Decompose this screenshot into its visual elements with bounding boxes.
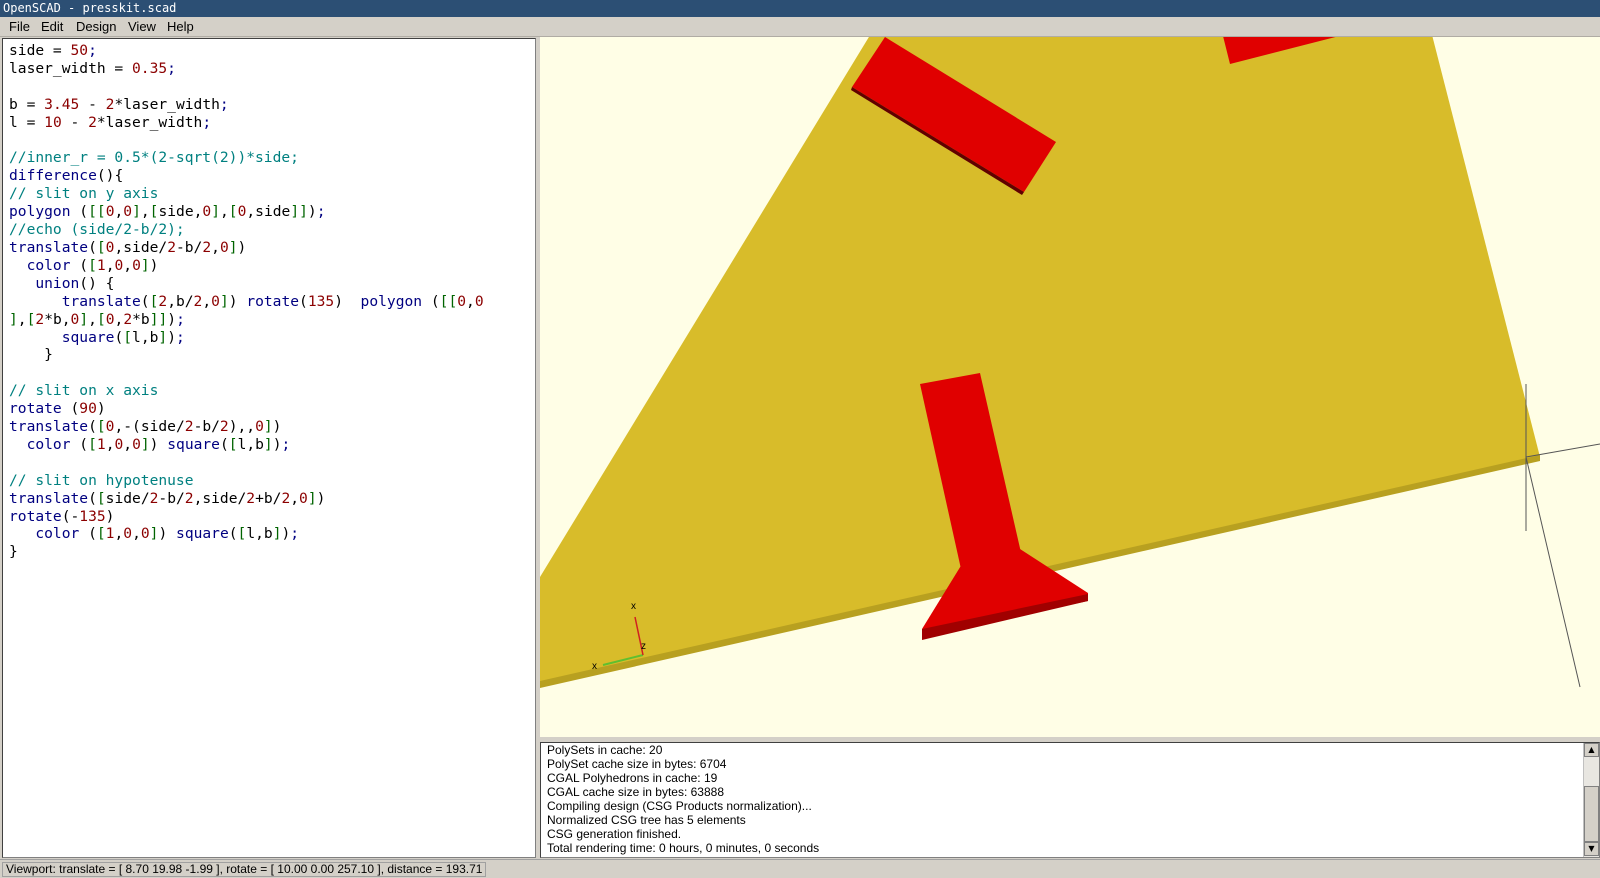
- console-line: CGAL cache size in bytes: 63888: [547, 785, 724, 799]
- console-line: Normalized CSG tree has 5 elements: [547, 813, 746, 827]
- console-scrollbar[interactable]: ▲ ▼: [1583, 743, 1599, 857]
- code-line[interactable]: }: [9, 543, 535, 561]
- console-line: Compiling design (CSG Products normaliza…: [547, 799, 812, 813]
- code-line[interactable]: // slit on hypotenuse: [9, 472, 535, 490]
- menu-view[interactable]: View: [128, 17, 156, 37]
- menu-file[interactable]: File: [9, 17, 30, 37]
- code-line[interactable]: polygon ([[0,0],[side,0],[0,side]]);: [9, 203, 535, 221]
- console-line: CGAL Polyhedrons in cache: 19: [547, 771, 718, 785]
- scroll-thumb[interactable]: [1584, 786, 1599, 842]
- scroll-down-icon[interactable]: ▼: [1584, 842, 1599, 856]
- code-line[interactable]: laser_width = 0.35;: [9, 60, 535, 78]
- menu-help[interactable]: Help: [167, 17, 194, 37]
- code-line[interactable]: color ([1,0,0]): [9, 257, 535, 275]
- code-line[interactable]: translate([0,side/2-b/2,0]): [9, 239, 535, 257]
- console-line: Total rendering time: 0 hours, 0 minutes…: [547, 841, 820, 855]
- code-line[interactable]: ],[2*b,0],[0,2*b]]);: [9, 311, 535, 329]
- window-title: OpenSCAD - presskit.scad: [0, 0, 1600, 17]
- viewport-canvas: x x z: [540, 37, 1600, 688]
- code-line[interactable]: color ([1,0,0]) square([l,b]);: [9, 525, 535, 543]
- status-bar: Viewport: translate = [ 8.70 19.98 -1.99…: [0, 859, 1600, 878]
- axis-label-x-far: x: [631, 601, 636, 612]
- code-line[interactable]: translate([0,-(side/2-b/2),,0]): [9, 418, 535, 436]
- code-line[interactable]: translate([2,b/2,0]) rotate(135) polygon…: [9, 293, 535, 311]
- code-line[interactable]: ​: [9, 364, 535, 382]
- code-line[interactable]: l = 10 - 2*laser_width;: [9, 114, 535, 132]
- menu-bar: File Edit Design View Help: [0, 17, 1600, 37]
- code-editor[interactable]: side = 50;laser_width = 0.35;​b = 3.45 -…: [2, 38, 536, 858]
- code-line[interactable]: translate([side/2-b/2,side/2+b/2,0]): [9, 490, 535, 508]
- code-line[interactable]: b = 3.45 - 2*laser_width;: [9, 96, 535, 114]
- scroll-up-icon[interactable]: ▲: [1584, 743, 1599, 757]
- code-line[interactable]: difference(){: [9, 167, 535, 185]
- code-line[interactable]: union() {: [9, 275, 535, 293]
- code-line[interactable]: }: [9, 346, 535, 364]
- console-line: CSG generation finished.: [547, 827, 682, 841]
- menu-design[interactable]: Design: [76, 17, 116, 37]
- code-line[interactable]: // slit on x axis: [9, 382, 535, 400]
- code-line[interactable]: //echo (side/2-b/2);: [9, 221, 535, 239]
- viewport-status: Viewport: translate = [ 8.70 19.98 -1.99…: [2, 862, 487, 877]
- code-line[interactable]: ​: [9, 78, 535, 96]
- bbox-line-diagonal-b: [1525, 456, 1581, 688]
- code-line[interactable]: side = 50;: [9, 42, 535, 60]
- console-text: PolySets in cache: 20 PolySet cache size …: [547, 743, 819, 855]
- axis-label-z: z: [641, 641, 646, 652]
- console-line: PolySet cache size in bytes: 6704: [547, 757, 727, 771]
- code-line[interactable]: square([l,b]);: [9, 329, 535, 347]
- code-line[interactable]: //inner_r = 0.5*(2-sqrt(2))*side;: [9, 149, 535, 167]
- code-line[interactable]: rotate(-135): [9, 508, 535, 526]
- code-line[interactable]: ​: [9, 454, 535, 472]
- code-line[interactable]: // slit on y axis: [9, 185, 535, 203]
- menu-edit[interactable]: Edit: [41, 17, 63, 37]
- console-panel[interactable]: PolySets in cache: 20 PolySet cache size …: [540, 742, 1600, 858]
- code-line[interactable]: ​: [9, 132, 535, 150]
- 3d-viewport[interactable]: x x z: [540, 37, 1600, 737]
- code-line[interactable]: rotate (90): [9, 400, 535, 418]
- code-line[interactable]: color ([1,0,0]) square([l,b]);: [9, 436, 535, 454]
- code-text[interactable]: side = 50;laser_width = 0.35;​b = 3.45 -…: [3, 39, 535, 561]
- console-line: PolySets in cache: 20: [547, 743, 663, 757]
- axis-label-x-near: x: [592, 661, 597, 672]
